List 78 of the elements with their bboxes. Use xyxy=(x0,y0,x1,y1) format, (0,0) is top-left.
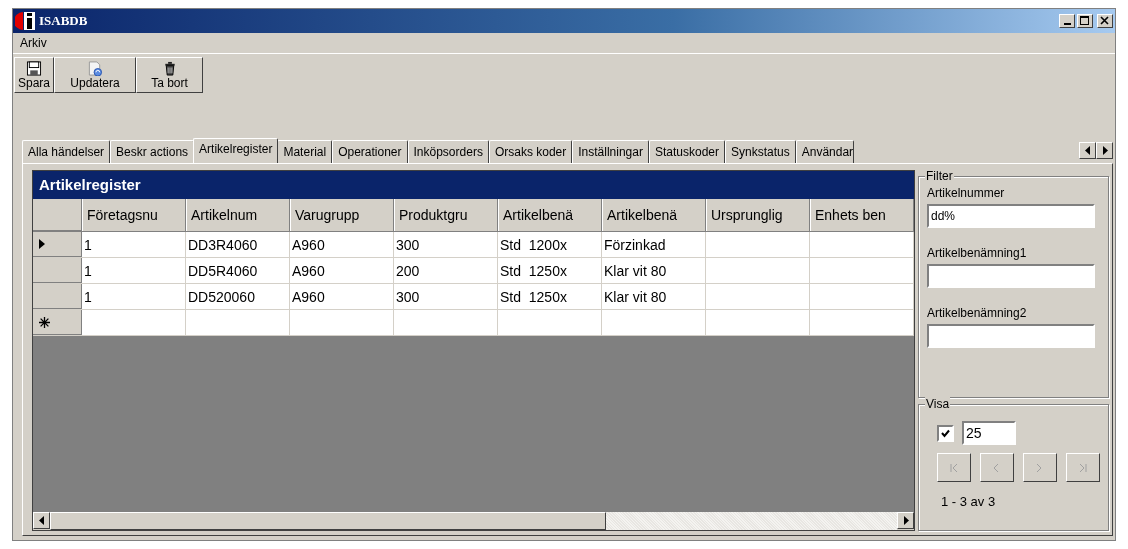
table-cell: 1 xyxy=(82,258,186,283)
table-cell: DD520060 xyxy=(186,284,290,309)
field-label: Artikelbenämning2 xyxy=(927,306,1028,320)
column-header[interactable]: Enhets ben xyxy=(810,199,914,231)
column-header[interactable]: Artikelnum xyxy=(186,199,290,231)
table-cell: Klar vit 80 xyxy=(602,284,706,309)
scroll-right-button[interactable] xyxy=(897,512,914,529)
window-title: ISABDB xyxy=(39,13,89,29)
tab[interactable]: Orsaks koder xyxy=(488,140,573,163)
right-arrow-icon xyxy=(1100,146,1109,155)
field-label: Artikelnummer xyxy=(927,186,1006,200)
scrollbar-thumb[interactable] xyxy=(50,512,606,530)
group-title: Visa xyxy=(925,397,951,411)
grid-caption: Artikelregister xyxy=(33,171,914,199)
table-cell: 200 xyxy=(394,258,498,283)
table-cell: 1 xyxy=(82,284,186,309)
tab[interactable]: Användar xyxy=(795,140,855,163)
column-header[interactable]: Artikelbenä xyxy=(498,199,602,231)
minimize-button[interactable] xyxy=(1059,14,1075,28)
tab[interactable]: Statuskoder xyxy=(648,140,725,163)
table-cell: 1 xyxy=(82,232,186,257)
table-cell: A960 xyxy=(290,284,394,309)
toolbar-button[interactable]: Ta bort xyxy=(136,57,203,93)
table-cell: DD3R4060 xyxy=(186,232,290,257)
tab[interactable]: Artikelregister xyxy=(193,138,279,163)
menu-item[interactable]: Arkiv xyxy=(15,36,52,50)
table-cell: Klar vit 80 xyxy=(602,258,706,283)
input-field[interactable] xyxy=(927,324,1095,348)
table-cell: Förzinkad xyxy=(602,232,706,257)
count-field[interactable]: 25 xyxy=(962,421,1016,445)
checkmark-icon xyxy=(941,428,950,438)
left-arrow-icon xyxy=(37,516,46,525)
record-count: 1 - 3 av 3 xyxy=(941,494,997,509)
nav-arrow-icon xyxy=(1078,462,1088,473)
right-arrow-icon xyxy=(901,516,910,525)
app-logo-icon xyxy=(15,11,37,31)
table-cell: A960 xyxy=(290,258,394,283)
table-cell: Std 1200x xyxy=(498,232,602,257)
close-icon xyxy=(1100,16,1110,26)
tab[interactable]: Inställningar xyxy=(572,140,649,163)
left-arrow-icon xyxy=(1083,146,1092,155)
column-header[interactable]: Varugrupp xyxy=(290,199,394,231)
row-header[interactable] xyxy=(33,232,82,257)
table-cell: A960 xyxy=(290,232,394,257)
scroll-left-button[interactable] xyxy=(1079,142,1096,159)
column-header[interactable]: Företagsnu xyxy=(82,199,186,231)
toolbar-button[interactable]: Spara xyxy=(14,57,54,93)
minimize-icon xyxy=(1063,23,1071,25)
tab[interactable]: Synkstatus xyxy=(725,140,796,163)
document-refresh-icon xyxy=(87,61,103,76)
new-row-icon xyxy=(39,316,50,328)
column-header[interactable]: Artikelbenä xyxy=(602,199,706,231)
toolbar-button[interactable]: Updatera xyxy=(54,57,136,93)
tab[interactable]: Material xyxy=(277,140,333,163)
checkbox[interactable] xyxy=(937,424,954,442)
maximize-button[interactable] xyxy=(1077,14,1093,28)
input-field[interactable]: dd% xyxy=(927,204,1095,228)
scroll-right-button[interactable] xyxy=(1096,142,1113,159)
table-cell: 300 xyxy=(394,284,498,309)
nav-arrow-icon xyxy=(949,462,959,473)
tab[interactable]: Alla händelser xyxy=(22,140,111,163)
column-header[interactable]: Produktgru xyxy=(394,199,498,231)
tab[interactable]: Inköpsorders xyxy=(407,140,489,163)
table-cell: Std 1250x xyxy=(498,284,602,309)
tab[interactable]: Operationer xyxy=(332,140,408,163)
group-title: Filter xyxy=(925,169,954,183)
table-cell: 300 xyxy=(394,232,498,257)
input-field[interactable] xyxy=(927,264,1095,288)
table-cell: DD5R4060 xyxy=(186,258,290,283)
current-row-icon xyxy=(39,239,45,249)
column-header[interactable]: Ursprunglig xyxy=(706,199,810,231)
maximize-icon xyxy=(1080,16,1090,26)
field-label: Artikelbenämning1 xyxy=(927,246,1028,260)
close-button[interactable] xyxy=(1097,14,1113,28)
row-header[interactable] xyxy=(33,310,82,335)
horizontal-scrollbar[interactable] xyxy=(33,512,914,530)
table-cell: Std 1250x xyxy=(498,258,602,283)
scroll-left-button[interactable] xyxy=(33,512,50,529)
